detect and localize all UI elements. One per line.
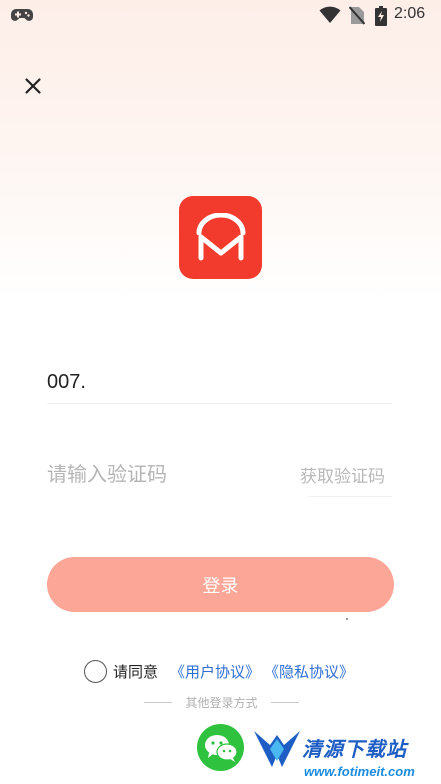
login-button[interactable]: 登录 — [47, 557, 394, 612]
get-code-button[interactable]: 获取验证码 — [300, 462, 385, 487]
wechat-icon — [204, 734, 238, 762]
app-logo — [179, 196, 262, 279]
close-button[interactable] — [19, 72, 47, 100]
stray-dot — [346, 618, 348, 620]
code-divider — [308, 496, 392, 497]
wechat-login-button[interactable] — [197, 724, 244, 771]
phone-input[interactable] — [47, 362, 392, 404]
other-login-divider: 其他登录方式 — [144, 692, 299, 712]
gamepad-icon — [11, 9, 33, 21]
battery-charging-icon — [375, 6, 387, 26]
agree-radio[interactable] — [84, 659, 107, 683]
divider-line-left — [144, 701, 172, 703]
status-time: 2:06 — [394, 5, 426, 22]
no-sim-icon — [349, 6, 365, 25]
divider-line-right — [270, 701, 299, 703]
close-icon — [25, 78, 41, 94]
watermark: 清源下载站 www.fotimeit.com — [252, 723, 422, 783]
watermark-logo-icon — [254, 731, 300, 767]
wifi-icon — [319, 6, 341, 23]
watermark-text: 清源下载站 — [302, 737, 407, 761]
agree-prefix: 请同意 — [113, 662, 159, 681]
other-login-label: 其他登录方式 — [185, 695, 258, 710]
agreement-row: 请同意 《用户协议》 《隐私协议》 — [84, 658, 354, 684]
app-logo-mark — [196, 212, 245, 260]
user-agreement-link[interactable]: 《用户协议》 — [170, 661, 260, 682]
watermark-url: www.fotimeit.com — [304, 764, 415, 779]
verification-code-input[interactable] — [47, 455, 287, 493]
status-bar: 2:06 — [0, 0, 441, 30]
privacy-policy-link[interactable]: 《隐私协议》 — [264, 661, 354, 682]
